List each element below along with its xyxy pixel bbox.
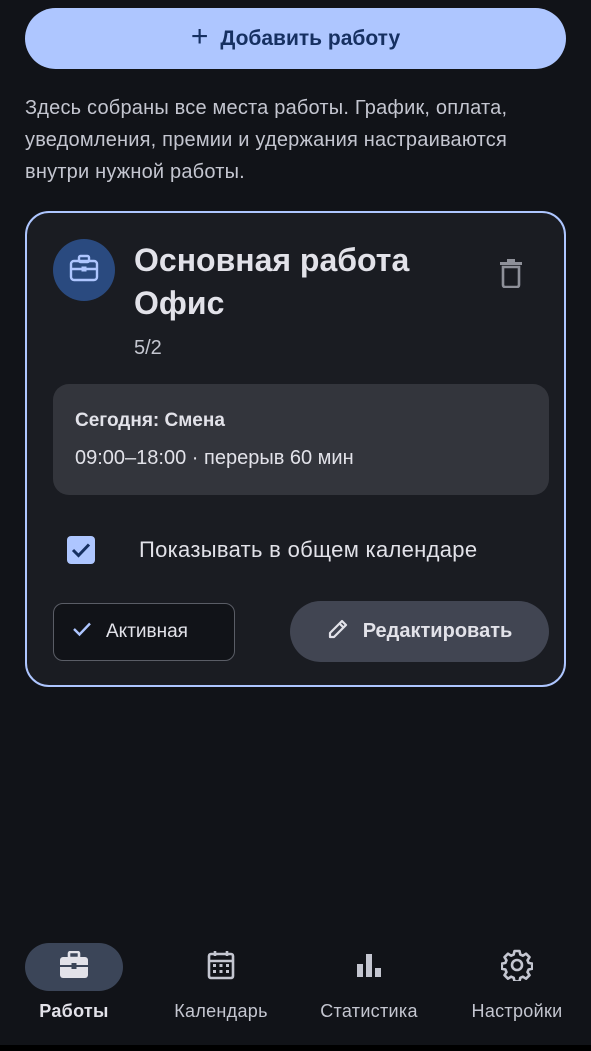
- nav-item-jobs[interactable]: Работы: [0, 943, 148, 1043]
- job-avatar: [53, 239, 115, 301]
- bar-chart-icon: [356, 952, 382, 983]
- briefcase-icon: [69, 254, 99, 287]
- nav-pill-statistics: [320, 943, 418, 991]
- job-title-line2: Офис: [134, 285, 225, 321]
- job-schedule: 5/2: [134, 337, 162, 359]
- job-title: Основная работа Офис: [134, 239, 464, 325]
- system-bar: [0, 1045, 591, 1051]
- edit-job-button[interactable]: Редактировать: [290, 601, 549, 662]
- nav-label-settings: Настройки: [471, 1001, 563, 1021]
- nav-pill-jobs: [25, 943, 123, 991]
- briefcase-icon: [59, 950, 89, 984]
- gear-icon: [500, 949, 534, 986]
- plus-icon: +: [190, 20, 209, 53]
- bottom-navigation: Работы Календарь Статистика Настройки: [0, 925, 591, 1045]
- nav-label-statistics: Статистика: [320, 1001, 418, 1021]
- nav-label-jobs: Работы: [39, 1001, 109, 1021]
- today-shift-box: Сегодня: Смена 09:00–18:00 · перерыв 60 …: [53, 384, 549, 495]
- nav-item-statistics[interactable]: Статистика: [295, 943, 443, 1043]
- nav-label-calendar: Календарь: [174, 1001, 268, 1021]
- active-label: Активная: [106, 621, 188, 642]
- nav-pill-settings: [468, 943, 566, 991]
- show-in-calendar-label: Показывать в общем календаре: [139, 537, 478, 562]
- check-icon: [72, 621, 92, 643]
- jobs-screen: + Добавить работу Здесь собраны все мест…: [0, 0, 591, 1051]
- show-in-calendar-row[interactable]: Показывать в общем календаре: [67, 533, 557, 567]
- nav-pill-calendar: [172, 943, 270, 991]
- nav-item-calendar[interactable]: Календарь: [147, 943, 295, 1043]
- nav-item-settings[interactable]: Настройки: [443, 943, 591, 1043]
- intro-text: Здесь собраны все места работы. График, …: [25, 97, 508, 183]
- trash-icon: [499, 258, 523, 293]
- today-heading: Сегодня: Смена: [75, 410, 225, 431]
- delete-job-button[interactable]: [495, 257, 527, 293]
- pencil-icon: [327, 618, 349, 646]
- job-title-line1: Основная работа: [134, 242, 410, 278]
- job-card[interactable]: Основная работа Офис 5/2 Сегодня: Смена …: [25, 211, 566, 687]
- today-time: 09:00–18:00 · перерыв 60 мин: [75, 447, 354, 469]
- calendar-icon: [207, 950, 235, 985]
- check-icon: [71, 543, 91, 558]
- add-job-label: Добавить работу: [220, 26, 401, 50]
- active-toggle-button[interactable]: Активная: [53, 603, 235, 661]
- show-in-calendar-checkbox[interactable]: [67, 536, 95, 564]
- add-job-button[interactable]: + Добавить работу: [25, 8, 566, 69]
- edit-label: Редактировать: [362, 620, 513, 642]
